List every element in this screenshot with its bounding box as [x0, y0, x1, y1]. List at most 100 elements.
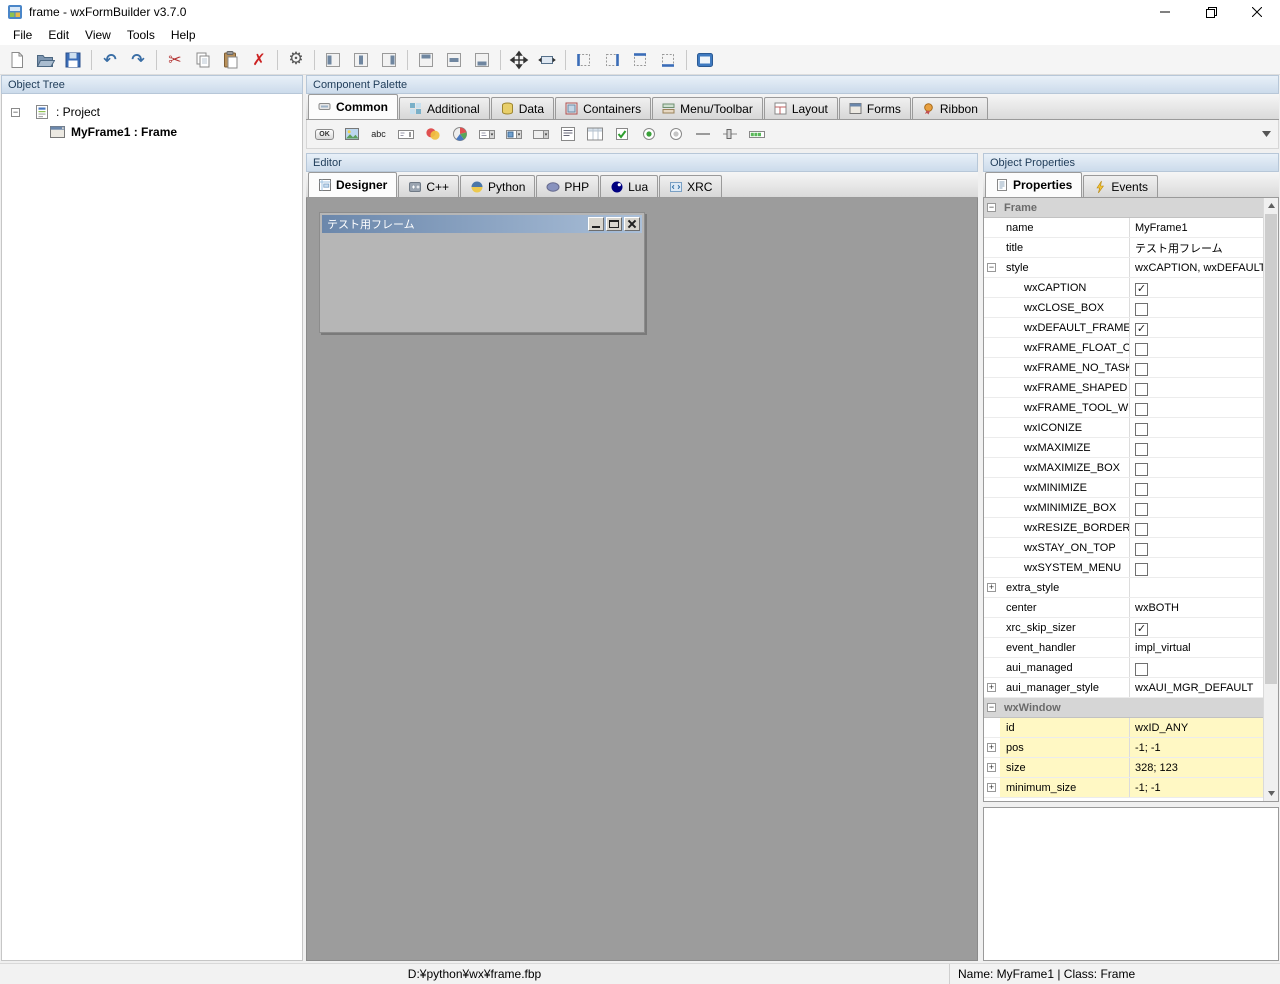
palette-tab-ribbon[interactable]: Ribbon: [911, 97, 988, 119]
palette-wxradiobutton-tool[interactable]: [635, 122, 662, 147]
palette-wxgauge-tool[interactable]: [743, 122, 770, 147]
scrollbar-thumb[interactable]: [1265, 214, 1277, 684]
generate-code-button[interactable]: ⚙: [282, 47, 310, 73]
tree-item-project[interactable]: −: Project: [2, 102, 302, 122]
frame-preview[interactable]: テスト用フレーム: [319, 212, 645, 333]
palette-wxbitmapcombobox-tool[interactable]: [500, 122, 527, 147]
designer-canvas[interactable]: テスト用フレーム: [306, 198, 978, 961]
palette-wxbitmapbutton-tool[interactable]: [338, 122, 365, 147]
align-left-button[interactable]: [319, 47, 347, 73]
close-button[interactable]: [1234, 0, 1280, 24]
palette-wxtogglebutton-tool[interactable]: [662, 122, 689, 147]
palette-wxcheckbox-tool[interactable]: [608, 122, 635, 147]
border-top-button[interactable]: [626, 47, 654, 73]
align-right-button[interactable]: [375, 47, 403, 73]
scroll-up-arrow-icon[interactable]: [1264, 198, 1278, 213]
checkbox-wxminimize[interactable]: [1135, 482, 1148, 496]
new-project-button[interactable]: [3, 47, 31, 73]
property-row-xrc-skip-sizer[interactable]: xrc_skip_sizer ✓: [984, 618, 1263, 638]
undo-button[interactable]: ↶: [96, 47, 124, 73]
checkbox-wxframe-float-on-parent[interactable]: [1135, 342, 1148, 356]
border-left-button[interactable]: [570, 47, 598, 73]
border-bottom-button[interactable]: [654, 47, 682, 73]
palette-tab-containers[interactable]: Containers: [555, 97, 652, 119]
property-row-wxframe-float-on-parent[interactable]: wxFRAME_FLOAT_ON_PARENT: [984, 338, 1263, 358]
cut-button[interactable]: ✂: [161, 47, 189, 73]
checkbox-wxmaximize[interactable]: [1135, 442, 1148, 456]
property-row-aui-manager-style[interactable]: + aui_manager_style wxAUI_MGR_DEFAULT: [984, 678, 1263, 698]
default-editor-button[interactable]: [691, 47, 719, 73]
expand-icon[interactable]: +: [987, 683, 996, 692]
property-row-wxframe-shaped[interactable]: wxFRAME_SHAPED: [984, 378, 1263, 398]
checkbox-wxmaximize-box[interactable]: [1135, 462, 1148, 476]
copy-button[interactable]: [189, 47, 217, 73]
property-row-name[interactable]: name MyFrame1: [984, 218, 1263, 238]
menu-edit[interactable]: Edit: [40, 26, 77, 44]
delete-button[interactable]: ✗: [245, 47, 273, 73]
property-row-extra-style[interactable]: + extra_style: [984, 578, 1263, 598]
palette-wxstaticline-tool[interactable]: [689, 122, 716, 147]
palette-wxbutton-tool[interactable]: OK: [311, 122, 338, 147]
tree-item-myframe1-frame[interactable]: MyFrame1 : Frame: [2, 122, 302, 142]
save-project-button[interactable]: [59, 47, 87, 73]
palette-wxstaticbitmap-tool[interactable]: [419, 122, 446, 147]
palette-wxstatictext-tool[interactable]: abc: [365, 122, 392, 147]
property-category-wxwindow[interactable]: − wxWindow: [984, 698, 1263, 718]
menu-tools[interactable]: Tools: [119, 26, 163, 44]
collapse-icon[interactable]: −: [987, 203, 996, 212]
properties-tab-events[interactable]: Events: [1083, 175, 1159, 197]
checkbox-wxminimize-box[interactable]: [1135, 502, 1148, 516]
property-row-wxframe-tool-window[interactable]: wxFRAME_TOOL_WINDOW: [984, 398, 1263, 418]
palette-wxtextctrl-tool[interactable]: [392, 122, 419, 147]
palette-tab-menu-toolbar[interactable]: Menu/Toolbar: [652, 97, 763, 119]
palette-tab-additional[interactable]: Additional: [399, 97, 490, 119]
palette-wxchoice-tool[interactable]: [527, 122, 554, 147]
checkbox-wxframe-shaped[interactable]: [1135, 382, 1148, 396]
property-row-style[interactable]: −style wxCAPTION, wxDEFAULT_FRAME_STYLE: [984, 258, 1263, 278]
property-row-wxcaption[interactable]: wxCAPTION ✓: [984, 278, 1263, 298]
checkbox-wxclose-box[interactable]: [1135, 302, 1148, 316]
palette-wxlistctrl-tool[interactable]: [581, 122, 608, 147]
expand-icon[interactable]: +: [987, 783, 996, 792]
align-top-button[interactable]: [412, 47, 440, 73]
property-row-wxresize-border[interactable]: wxRESIZE_BORDER: [984, 518, 1263, 538]
property-row-event-handler[interactable]: event_handler impl_virtual: [984, 638, 1263, 658]
maximize-restore-button[interactable]: [1188, 0, 1234, 24]
property-row-center[interactable]: center wxBOTH: [984, 598, 1263, 618]
editor-tab-xrc[interactable]: XRC: [659, 175, 723, 197]
paste-button[interactable]: [217, 47, 245, 73]
property-row-size[interactable]: + size 328; 123: [984, 758, 1263, 778]
property-row-minimum-size[interactable]: + minimum_size -1; -1: [984, 778, 1263, 798]
editor-tab-php[interactable]: PHP: [536, 175, 600, 197]
property-row-title[interactable]: title テスト用フレーム: [984, 238, 1263, 258]
align-bottom-button[interactable]: [468, 47, 496, 73]
palette-tab-forms[interactable]: Forms: [838, 97, 911, 119]
checkbox-wxframe-tool-window[interactable]: [1135, 402, 1148, 416]
collapse-icon[interactable]: −: [11, 107, 20, 117]
align-center-vertical-button[interactable]: [440, 47, 468, 73]
editor-tab-designer[interactable]: Designer: [308, 172, 398, 197]
align-center-horizontal-button[interactable]: [347, 47, 375, 73]
open-project-button[interactable]: [31, 47, 59, 73]
properties-tab-properties[interactable]: Properties: [985, 172, 1083, 197]
property-grid-scrollbar[interactable]: [1263, 198, 1278, 801]
property-row-wxstay-on-top[interactable]: wxSTAY_ON_TOP: [984, 538, 1263, 558]
property-row-wxframe-no-taskbar[interactable]: wxFRAME_NO_TASKBAR: [984, 358, 1263, 378]
palette-wxanimationctrl-tool[interactable]: [446, 122, 473, 147]
palette-tab-layout[interactable]: Layout: [763, 97, 838, 119]
menu-view[interactable]: View: [77, 26, 119, 44]
property-row-wxsystem-menu[interactable]: wxSYSTEM_MENU: [984, 558, 1263, 578]
border-right-button[interactable]: [598, 47, 626, 73]
property-row-wxiconize[interactable]: wxICONIZE: [984, 418, 1263, 438]
property-row-wxmaximize-box[interactable]: wxMAXIMIZE_BOX: [984, 458, 1263, 478]
checkbox-wxiconize[interactable]: [1135, 422, 1148, 436]
property-row-id[interactable]: id wxID_ANY: [984, 718, 1263, 738]
scroll-down-arrow-icon[interactable]: [1264, 786, 1278, 801]
expand-icon[interactable]: +: [987, 583, 996, 592]
property-row-wxdefault-frame-style[interactable]: wxDEFAULT_FRAME_STYLE ✓: [984, 318, 1263, 338]
checkbox-wxsystem-menu[interactable]: [1135, 562, 1148, 576]
palette-tab-common[interactable]: Common: [308, 94, 398, 119]
menu-help[interactable]: Help: [163, 26, 204, 44]
checkbox-aui-managed[interactable]: [1135, 662, 1148, 676]
palette-wxlistbox-tool[interactable]: [554, 122, 581, 147]
